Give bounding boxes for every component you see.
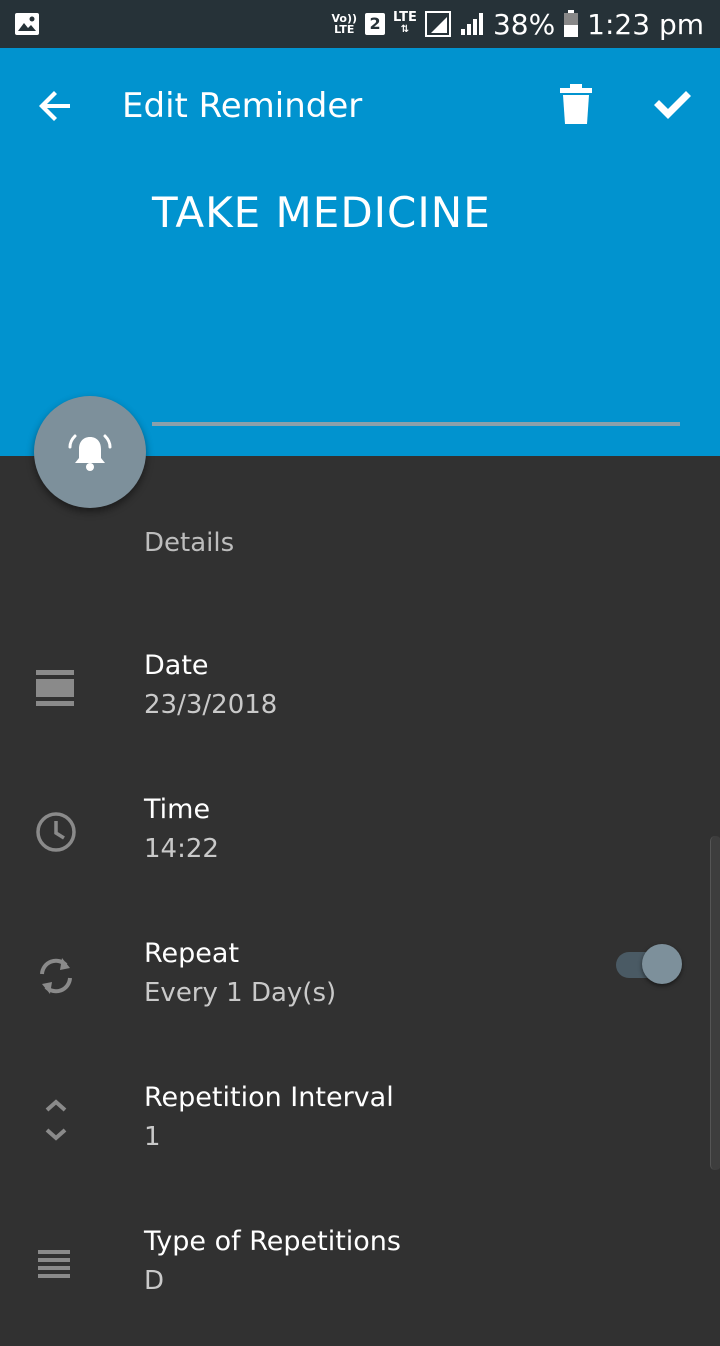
status-bar: Vo)) LTE 2 LTE ⇅ 38% 1:23 pm bbox=[0, 0, 720, 48]
repetition-interval-label: Repetition Interval bbox=[144, 1082, 394, 1113]
clock-time: 1:23 pm bbox=[587, 7, 704, 41]
time-label: Time bbox=[144, 794, 211, 825]
header: Edit Reminder TAKE MEDICINE bbox=[0, 48, 720, 456]
clock-icon bbox=[36, 812, 76, 852]
lte-indicator: LTE ⇅ bbox=[393, 10, 417, 35]
alarm-bell-icon bbox=[68, 434, 112, 471]
scrollbar[interactable] bbox=[710, 836, 720, 1170]
battery-percent: 38% bbox=[492, 7, 556, 41]
time-row[interactable]: Time 14:22 bbox=[0, 794, 720, 914]
repeat-toggle[interactable] bbox=[616, 944, 682, 984]
repetition-interval-value: 1 bbox=[144, 1122, 161, 1152]
reminder-title[interactable]: TAKE MEDICINE bbox=[152, 188, 491, 237]
date-value: 23/3/2018 bbox=[144, 690, 278, 720]
date-row[interactable]: Date 23/3/2018 bbox=[0, 650, 720, 770]
details-section-label: Details bbox=[144, 528, 235, 558]
reminder-title-underline bbox=[152, 422, 680, 426]
unfold-icon bbox=[45, 1099, 67, 1141]
repeat-row[interactable]: Repeat Every 1 Day(s) bbox=[0, 938, 720, 1058]
repeat-label: Repeat bbox=[144, 938, 240, 969]
repetition-interval-row[interactable]: Repetition Interval 1 bbox=[0, 1082, 720, 1202]
list-icon bbox=[38, 1250, 70, 1278]
repeat-value: Every 1 Day(s) bbox=[144, 978, 337, 1008]
date-label: Date bbox=[144, 650, 209, 681]
toggle-thumb bbox=[642, 944, 682, 984]
time-value: 14:22 bbox=[144, 834, 219, 864]
calendar-icon bbox=[36, 670, 74, 706]
sim-indicator: 2 bbox=[365, 13, 386, 35]
type-of-repetitions-label: Type of Repetitions bbox=[144, 1226, 401, 1257]
alarm-fab[interactable] bbox=[34, 396, 146, 508]
type-of-repetitions-row[interactable]: Type of Repetitions D bbox=[0, 1226, 720, 1346]
repeat-icon bbox=[40, 958, 72, 994]
gallery-notification-icon bbox=[15, 13, 39, 35]
type-of-repetitions-value: D bbox=[144, 1266, 165, 1296]
back-arrow-icon[interactable] bbox=[36, 86, 76, 126]
page-title: Edit Reminder bbox=[122, 86, 363, 126]
save-check-icon[interactable] bbox=[650, 84, 694, 124]
signal-sim2-icon bbox=[460, 13, 483, 35]
volte-indicator: Vo)) LTE bbox=[331, 12, 358, 36]
battery-icon bbox=[564, 10, 579, 37]
delete-icon[interactable] bbox=[556, 82, 596, 126]
signal-sim1-icon bbox=[424, 11, 451, 37]
